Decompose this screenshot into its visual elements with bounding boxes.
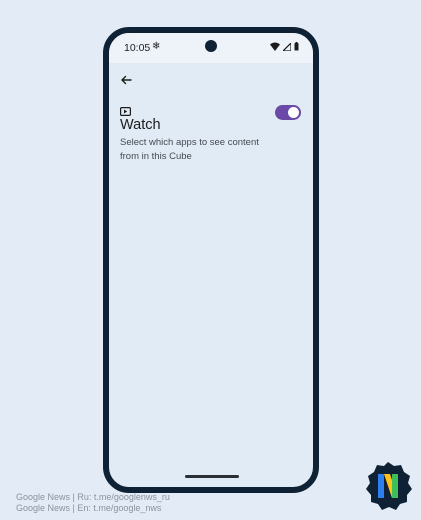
toggle-knob [288, 107, 299, 118]
status-time: 10:05 [124, 42, 151, 54]
snowflake-icon: ❄ [152, 41, 161, 52]
camera-cutout [205, 40, 217, 52]
cell-signal-icon [283, 42, 291, 51]
phone-frame: 10:05 ❄ Watch Select which apps to see c… [103, 27, 319, 493]
battery-icon [294, 42, 299, 51]
watch-toggle-switch[interactable] [275, 105, 301, 120]
setting-description: Select which apps to see content from in… [120, 137, 259, 162]
credit-line-en: Google News | En: t.me/google_nws [16, 503, 162, 513]
setting-title: Watch [120, 117, 161, 133]
credit-line-ru: Google News | Ru: t.me/googlenws_ru [16, 492, 170, 502]
gesture-home-bar[interactable] [185, 475, 239, 478]
back-arrow-icon[interactable] [119, 73, 133, 87]
status-icons [270, 42, 299, 51]
status-bar: 10:05 ❄ [109, 33, 313, 63]
wifi-icon [270, 42, 280, 51]
google-news-n-logo-icon [363, 461, 413, 516]
watermark-credits: Google News | Ru: t.me/googlenws_ru Goog… [16, 492, 170, 514]
